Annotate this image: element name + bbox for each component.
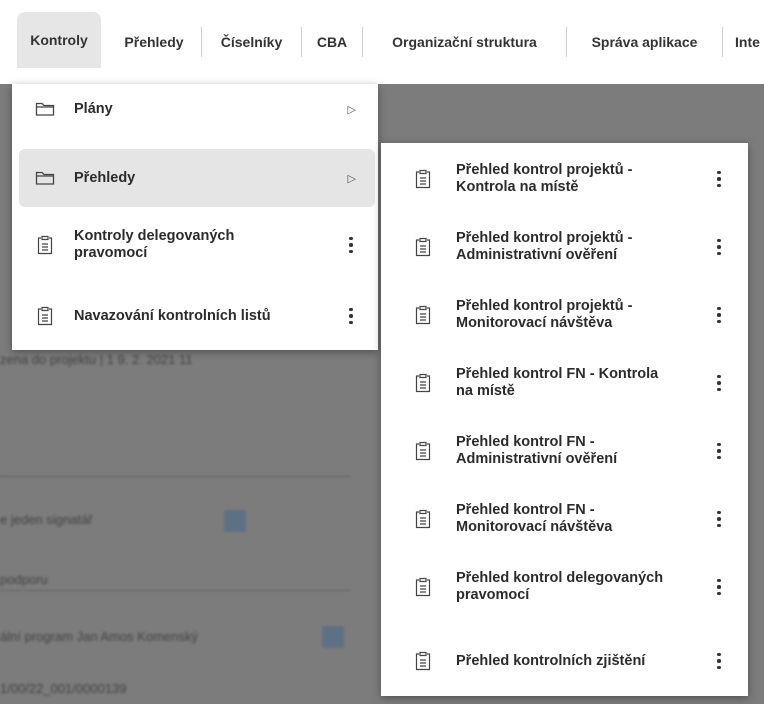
- bg-button: [224, 510, 246, 532]
- more-vert-icon[interactable]: [716, 442, 722, 460]
- menu-item-label: Kontroly delegovaných pravomocí: [74, 228, 235, 261]
- submenu-item-label: Přehled kontrol projektů - Monitorovací …: [456, 298, 633, 331]
- more-vert-icon[interactable]: [348, 236, 354, 254]
- menu-item-label: Plány: [74, 100, 113, 117]
- more-vert-icon[interactable]: [716, 170, 722, 188]
- clipboard-icon: [412, 650, 434, 672]
- clipboard-icon: [412, 168, 434, 190]
- bg-text: e jeden signatář: [0, 512, 93, 527]
- bg-field: [0, 448, 350, 477]
- bg-text: 1/00/22_001/0000139: [0, 681, 127, 696]
- submenu-item[interactable]: Přehled kontrolních zjištění: [381, 627, 748, 695]
- submenu-item[interactable]: Přehled kontrol FN - Kontrola na místě: [381, 349, 748, 417]
- bg-text: ální program Jan Amos Komenský: [0, 629, 198, 644]
- menu-item-label: Přehledy: [74, 169, 136, 186]
- menu-item-prehledy[interactable]: Přehledy ▷: [19, 149, 375, 207]
- more-vert-icon[interactable]: [716, 238, 722, 256]
- menu-item-label: Navazování kontrolních listů: [74, 307, 271, 324]
- clipboard-icon: [34, 305, 56, 327]
- clipboard-icon: [412, 508, 434, 530]
- submenu-item-label: Přehled kontrol projektů - Administrativ…: [456, 230, 633, 263]
- submenu-item[interactable]: Přehled kontrol FN - Administrativní ově…: [381, 417, 748, 485]
- tab-prehledy[interactable]: Přehledy: [107, 0, 201, 84]
- submenu-item-label: Přehled kontrol FN - Administrativní ově…: [456, 434, 618, 467]
- bg-field: [0, 562, 350, 591]
- submenu-item-label: Přehled kontrol delegovaných pravomocí: [456, 570, 664, 603]
- menu-item-navazovani[interactable]: Navazování kontrolních listů: [12, 291, 378, 341]
- bg-text: zena do projektu | 1 9. 2. 2021 11: [0, 352, 193, 367]
- more-vert-icon[interactable]: [716, 374, 722, 392]
- bg-text: podporu: [0, 572, 48, 587]
- more-vert-icon[interactable]: [348, 307, 354, 325]
- tab-kontroly[interactable]: Kontroly: [17, 12, 101, 68]
- clipboard-icon: [412, 372, 434, 394]
- more-vert-icon[interactable]: [716, 652, 722, 670]
- tab-inte[interactable]: Inte: [723, 0, 764, 84]
- more-vert-icon[interactable]: [716, 510, 722, 528]
- submenu-item-label: Přehled kontrol FN - Kontrola na místě: [456, 366, 659, 399]
- tab-sprava-aplikace[interactable]: Správa aplikace: [567, 0, 722, 84]
- submenu-item[interactable]: Přehled kontrol projektů - Administrativ…: [381, 213, 748, 281]
- submenu-item[interactable]: Přehled kontrol projektů - Monitorovací …: [381, 281, 748, 349]
- tab-ciselniky[interactable]: Číselníky: [202, 0, 301, 84]
- submenu-item-label: Přehled kontrolních zjištění: [456, 652, 646, 669]
- chevron-right-icon: ▷: [347, 103, 356, 116]
- clipboard-icon: [34, 234, 56, 256]
- folder-icon: [34, 98, 56, 120]
- bg-button: [322, 626, 344, 648]
- submenu-item[interactable]: Přehled kontrol FN - Monitorovací návště…: [381, 485, 748, 553]
- chevron-right-icon: ▷: [347, 172, 356, 185]
- submenu-item[interactable]: Přehled kontrol delegovaných pravomocí: [381, 553, 748, 621]
- top-navigation: Kontroly Přehledy Číselníky CBA Organiza…: [0, 0, 764, 84]
- clipboard-icon: [412, 236, 434, 258]
- tab-cba[interactable]: CBA: [302, 0, 362, 84]
- clipboard-icon: [412, 576, 434, 598]
- kontroly-dropdown-menu: Plány ▷ Přehledy ▷ Kontroly delegovaných…: [12, 84, 378, 350]
- menu-item-plany[interactable]: Plány ▷: [12, 84, 378, 134]
- submenu-item[interactable]: Přehled kontrol projektů - Kontrola na m…: [381, 145, 748, 213]
- clipboard-icon: [412, 304, 434, 326]
- prehledy-submenu: Přehled kontrol projektů - Kontrola na m…: [381, 143, 748, 696]
- folder-icon: [34, 167, 56, 189]
- menu-item-kontroly-delegovanych[interactable]: Kontroly delegovaných pravomocí: [12, 216, 378, 274]
- more-vert-icon[interactable]: [716, 306, 722, 324]
- more-vert-icon[interactable]: [716, 578, 722, 596]
- clipboard-icon: [412, 440, 434, 462]
- submenu-item-label: Přehled kontrol projektů - Kontrola na m…: [456, 162, 633, 195]
- tab-organizacni-struktura[interactable]: Organizační struktura: [363, 0, 566, 84]
- submenu-item-label: Přehled kontrol FN - Monitorovací návště…: [456, 502, 613, 535]
